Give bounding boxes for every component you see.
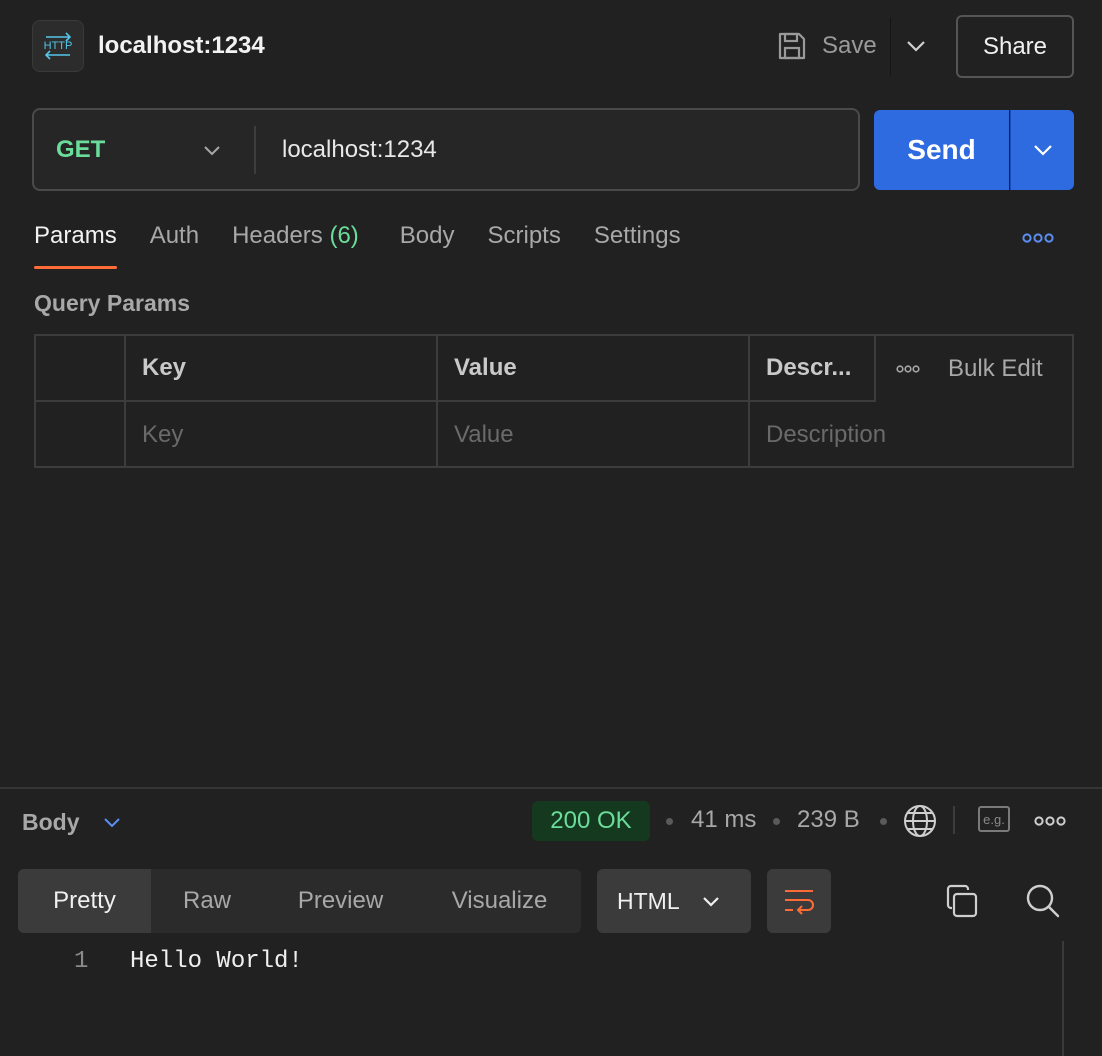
response-time[interactable]: 41 ms	[691, 806, 756, 834]
view-tab-visualize[interactable]: Visualize	[418, 869, 581, 933]
save-icon	[778, 32, 806, 60]
more-icon[interactable]	[1022, 232, 1054, 244]
globe-icon[interactable]	[902, 803, 938, 839]
format-dropdown	[697, 887, 725, 915]
copy-icon[interactable]	[944, 884, 980, 920]
response-size[interactable]: 239 B	[797, 806, 860, 834]
separator-dot	[666, 818, 673, 825]
column-header-value: Value	[438, 336, 750, 402]
headers-count: (6)	[329, 222, 359, 249]
key-input[interactable]: Key	[126, 402, 438, 468]
separator-dot	[773, 818, 780, 825]
chevron-down-icon	[907, 41, 925, 52]
tab-headers-label: Headers	[232, 222, 323, 249]
scrollbar[interactable]	[1062, 941, 1064, 1056]
tab-headers[interactable]: Headers (6)	[232, 222, 359, 270]
chevron-down-icon	[703, 896, 719, 907]
response-body-label[interactable]: Body	[22, 809, 80, 836]
wrap-lines-button[interactable]	[767, 869, 831, 933]
url-input[interactable]	[282, 132, 842, 168]
share-button[interactable]: Share	[956, 15, 1074, 78]
chevron-down-icon	[204, 145, 220, 155]
table-header-checkbox-cell	[36, 336, 126, 402]
method-dropdown-button[interactable]	[198, 136, 226, 164]
method-select[interactable]: GET	[56, 136, 105, 164]
save-as-example-button[interactable]: e.g.	[978, 806, 1010, 832]
value-input[interactable]: Value	[438, 402, 750, 468]
http-badge-text: HTTP	[44, 40, 73, 52]
search-icon[interactable]	[1024, 882, 1062, 920]
request-tabs: Params Auth Headers (6) Body Scripts Set…	[34, 222, 714, 272]
row-checkbox-cell	[36, 402, 126, 468]
code-line[interactable]: Hello World!	[130, 948, 303, 975]
format-label: HTML	[617, 887, 680, 914]
response-divider[interactable]	[0, 787, 1102, 789]
url-bar: GET	[32, 108, 860, 191]
line-number: 1	[74, 948, 89, 975]
view-tab-raw[interactable]: Raw	[151, 869, 263, 933]
view-tab-pretty[interactable]: Pretty	[18, 869, 151, 933]
tab-auth[interactable]: Auth	[150, 222, 199, 270]
response-section-dropdown[interactable]	[100, 810, 124, 834]
tab-params[interactable]: Params	[34, 222, 117, 270]
more-icon[interactable]	[896, 364, 920, 374]
wrap-lines-icon	[785, 890, 814, 915]
bulk-edit-button[interactable]: Bulk Edit	[948, 355, 1043, 383]
format-select[interactable]: HTML	[597, 869, 751, 933]
description-input[interactable]: Description	[750, 402, 1072, 468]
request-title[interactable]: localhost:1234	[98, 32, 265, 60]
response-view-tabs: Pretty Raw Preview Visualize	[18, 869, 581, 933]
save-options-button[interactable]	[902, 32, 930, 60]
save-label: Save	[822, 32, 877, 59]
save-button[interactable]: Save	[776, 28, 877, 64]
separator-dot	[880, 818, 887, 825]
url-divider	[254, 126, 256, 174]
chevron-down-icon	[104, 817, 120, 827]
send-button[interactable]: Send	[874, 110, 1009, 190]
query-params-title: Query Params	[34, 290, 190, 316]
send-options-button[interactable]	[1010, 110, 1074, 190]
http-icon: HTTP	[32, 20, 84, 72]
view-tab-preview[interactable]: Preview	[263, 869, 418, 933]
toolbar-separator	[953, 806, 955, 834]
tab-body[interactable]: Body	[400, 222, 455, 270]
save-divider	[890, 18, 891, 76]
column-header-key: Key	[126, 336, 438, 402]
status-badge[interactable]: 200 OK	[532, 801, 650, 841]
column-header-description: Descr...	[750, 336, 876, 402]
query-params-table: Key Value Descr... Bulk Edit Key Value D…	[34, 334, 1074, 468]
more-icon[interactable]	[1034, 815, 1066, 827]
response-body-code[interactable]: 1 Hello World!	[0, 944, 1060, 1056]
tab-scripts[interactable]: Scripts	[488, 222, 561, 270]
bulk-edit-area: Bulk Edit	[874, 336, 1074, 401]
chevron-down-icon	[1033, 145, 1052, 156]
request-header: HTTP localhost:1234 Save Share	[0, 0, 1102, 92]
tab-settings[interactable]: Settings	[594, 222, 681, 270]
